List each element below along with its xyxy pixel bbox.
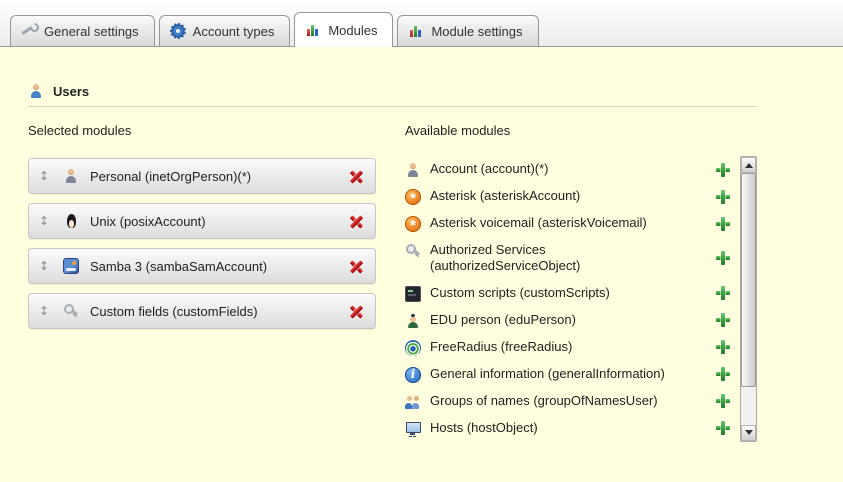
available-module-row: Custom scripts (customScripts) (405, 280, 740, 307)
available-module-label: General information (generalInformation) (430, 366, 688, 382)
tab-general-settings[interactable]: General settings (10, 15, 155, 46)
selected-module-label: Samba 3 (sambaSamAccount) (90, 259, 348, 274)
tux-icon (63, 213, 79, 229)
add-icon[interactable] (715, 366, 731, 382)
scrollbar[interactable] (740, 156, 757, 442)
available-module-row: Asterisk (asteriskAccount) (405, 183, 740, 210)
scrollbar-track[interactable] (741, 173, 756, 425)
section-divider (28, 106, 757, 107)
selected-modules-list: Personal (inetOrgPerson)(*) Unix (posixA… (28, 158, 376, 329)
drag-handle-icon[interactable] (39, 214, 55, 228)
selected-modules-column: Selected modules Personal (inetOrgPerson… (28, 123, 376, 442)
selected-module-row[interactable]: Custom fields (customFields) (28, 293, 376, 329)
info-icon (405, 367, 421, 383)
samba-icon (63, 258, 79, 274)
chart-icon (305, 22, 321, 38)
tab-label: Account types (193, 24, 275, 39)
asterisk-icon (405, 189, 421, 205)
available-module-label: Asterisk voicemail (asteriskVoicemail) (430, 215, 688, 231)
signal-icon (405, 340, 421, 356)
drag-handle-icon[interactable] (39, 169, 55, 183)
add-icon[interactable] (715, 393, 731, 409)
scroll-down-button[interactable] (741, 425, 756, 441)
drag-handle-icon[interactable] (39, 259, 55, 273)
add-icon[interactable] (715, 420, 731, 436)
add-icon[interactable] (715, 216, 731, 232)
terminal-icon (405, 286, 421, 302)
section-title: Users (53, 84, 89, 99)
available-module-row: EDU person (eduPerson) (405, 307, 740, 334)
keys-icon (63, 303, 79, 319)
delete-icon[interactable] (348, 303, 365, 320)
selected-module-label: Custom fields (customFields) (90, 304, 348, 319)
available-modules-list: Account (account)(*) Asterisk (asteriskA… (405, 156, 740, 442)
scrollbar-thumb[interactable] (741, 173, 756, 387)
available-module-row: General information (generalInformation) (405, 361, 740, 388)
selected-module-label: Unix (posixAccount) (90, 214, 348, 229)
tab-modules[interactable]: Modules (294, 12, 393, 47)
add-icon[interactable] (715, 189, 731, 205)
available-module-row: Hosts (hostObject) (405, 415, 740, 442)
delete-icon[interactable] (348, 213, 365, 230)
asterisk-icon (405, 216, 421, 232)
selected-module-row[interactable]: Samba 3 (sambaSamAccount) (28, 248, 376, 284)
add-icon[interactable] (715, 339, 731, 355)
available-module-label: EDU person (eduPerson) (430, 312, 688, 328)
drag-handle-icon[interactable] (39, 304, 55, 318)
available-module-label: Account (account)(*) (430, 161, 688, 177)
add-icon[interactable] (715, 312, 731, 328)
available-module-row: Authorized Services (authorizedServiceOb… (405, 237, 740, 280)
user-icon (28, 83, 44, 99)
tab-account-types[interactable]: Account types (159, 15, 291, 46)
tab-bar: General settings Account types Modules M… (0, 0, 843, 47)
tab-label: Modules (328, 23, 377, 38)
available-module-label: FreeRadius (freeRadius) (430, 339, 688, 355)
wrench-icon (21, 23, 37, 39)
delete-icon[interactable] (348, 168, 365, 185)
available-module-label: Custom scripts (customScripts) (430, 285, 688, 301)
add-icon[interactable] (715, 250, 731, 266)
available-modules-heading: Available modules (405, 123, 757, 138)
tab-module-settings[interactable]: Module settings (397, 15, 538, 46)
scroll-up-button[interactable] (741, 157, 756, 173)
gear-icon (170, 23, 186, 39)
arrow-up-icon (745, 163, 753, 168)
person-icon (405, 162, 421, 178)
tab-label: Module settings (431, 24, 522, 39)
add-icon[interactable] (715, 162, 731, 178)
available-module-label: Hosts (hostObject) (430, 420, 688, 436)
available-module-row: Groups of names (groupOfNamesUser) (405, 388, 740, 415)
modules-panel: Users Selected modules Personal (inetOrg… (0, 47, 843, 442)
available-module-row: FreeRadius (freeRadius) (405, 334, 740, 361)
selected-module-row[interactable]: Personal (inetOrgPerson)(*) (28, 158, 376, 194)
available-module-label: Groups of names (groupOfNamesUser) (430, 393, 688, 409)
chart-icon (408, 23, 424, 39)
delete-icon[interactable] (348, 258, 365, 275)
selected-module-label: Personal (inetOrgPerson)(*) (90, 169, 348, 184)
host-icon (405, 421, 421, 437)
section-heading: Users (28, 83, 815, 99)
arrow-down-icon (745, 430, 753, 435)
available-module-label: Asterisk (asteriskAccount) (430, 188, 688, 204)
group-icon (405, 394, 421, 410)
selected-module-row[interactable]: Unix (posixAccount) (28, 203, 376, 239)
edu-person-icon (405, 313, 421, 329)
person-icon (63, 168, 79, 184)
tab-label: General settings (44, 24, 139, 39)
available-modules-column: Available modules Account (account)(*) A… (405, 123, 757, 442)
available-module-row: Asterisk voicemail (asteriskVoicemail) (405, 210, 740, 237)
available-module-label: Authorized Services (authorizedServiceOb… (430, 242, 688, 275)
keys-icon (405, 243, 421, 259)
selected-modules-heading: Selected modules (28, 123, 376, 138)
available-module-row: Account (account)(*) (405, 156, 740, 183)
add-icon[interactable] (715, 285, 731, 301)
